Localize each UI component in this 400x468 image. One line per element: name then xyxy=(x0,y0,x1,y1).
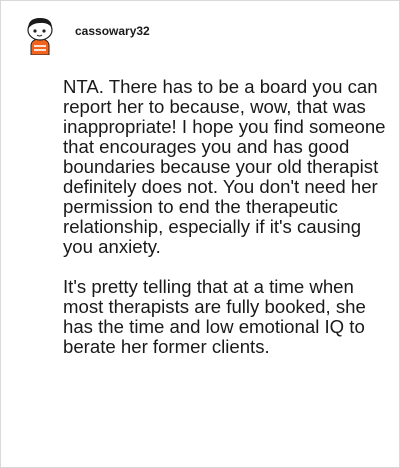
comment-header: cassowary32 xyxy=(21,15,150,55)
comment-card: cassowary32 NTA. There has to be a board… xyxy=(0,0,400,468)
comment-paragraph-2: It's pretty telling that at a time when … xyxy=(63,276,366,357)
username-link[interactable]: cassowary32 xyxy=(75,24,150,38)
comment-paragraph-1: NTA. There has to be a board you can rep… xyxy=(63,76,386,257)
snoo-avatar-icon[interactable] xyxy=(21,15,59,55)
comment-body: NTA. There has to be a board you can rep… xyxy=(63,77,389,377)
